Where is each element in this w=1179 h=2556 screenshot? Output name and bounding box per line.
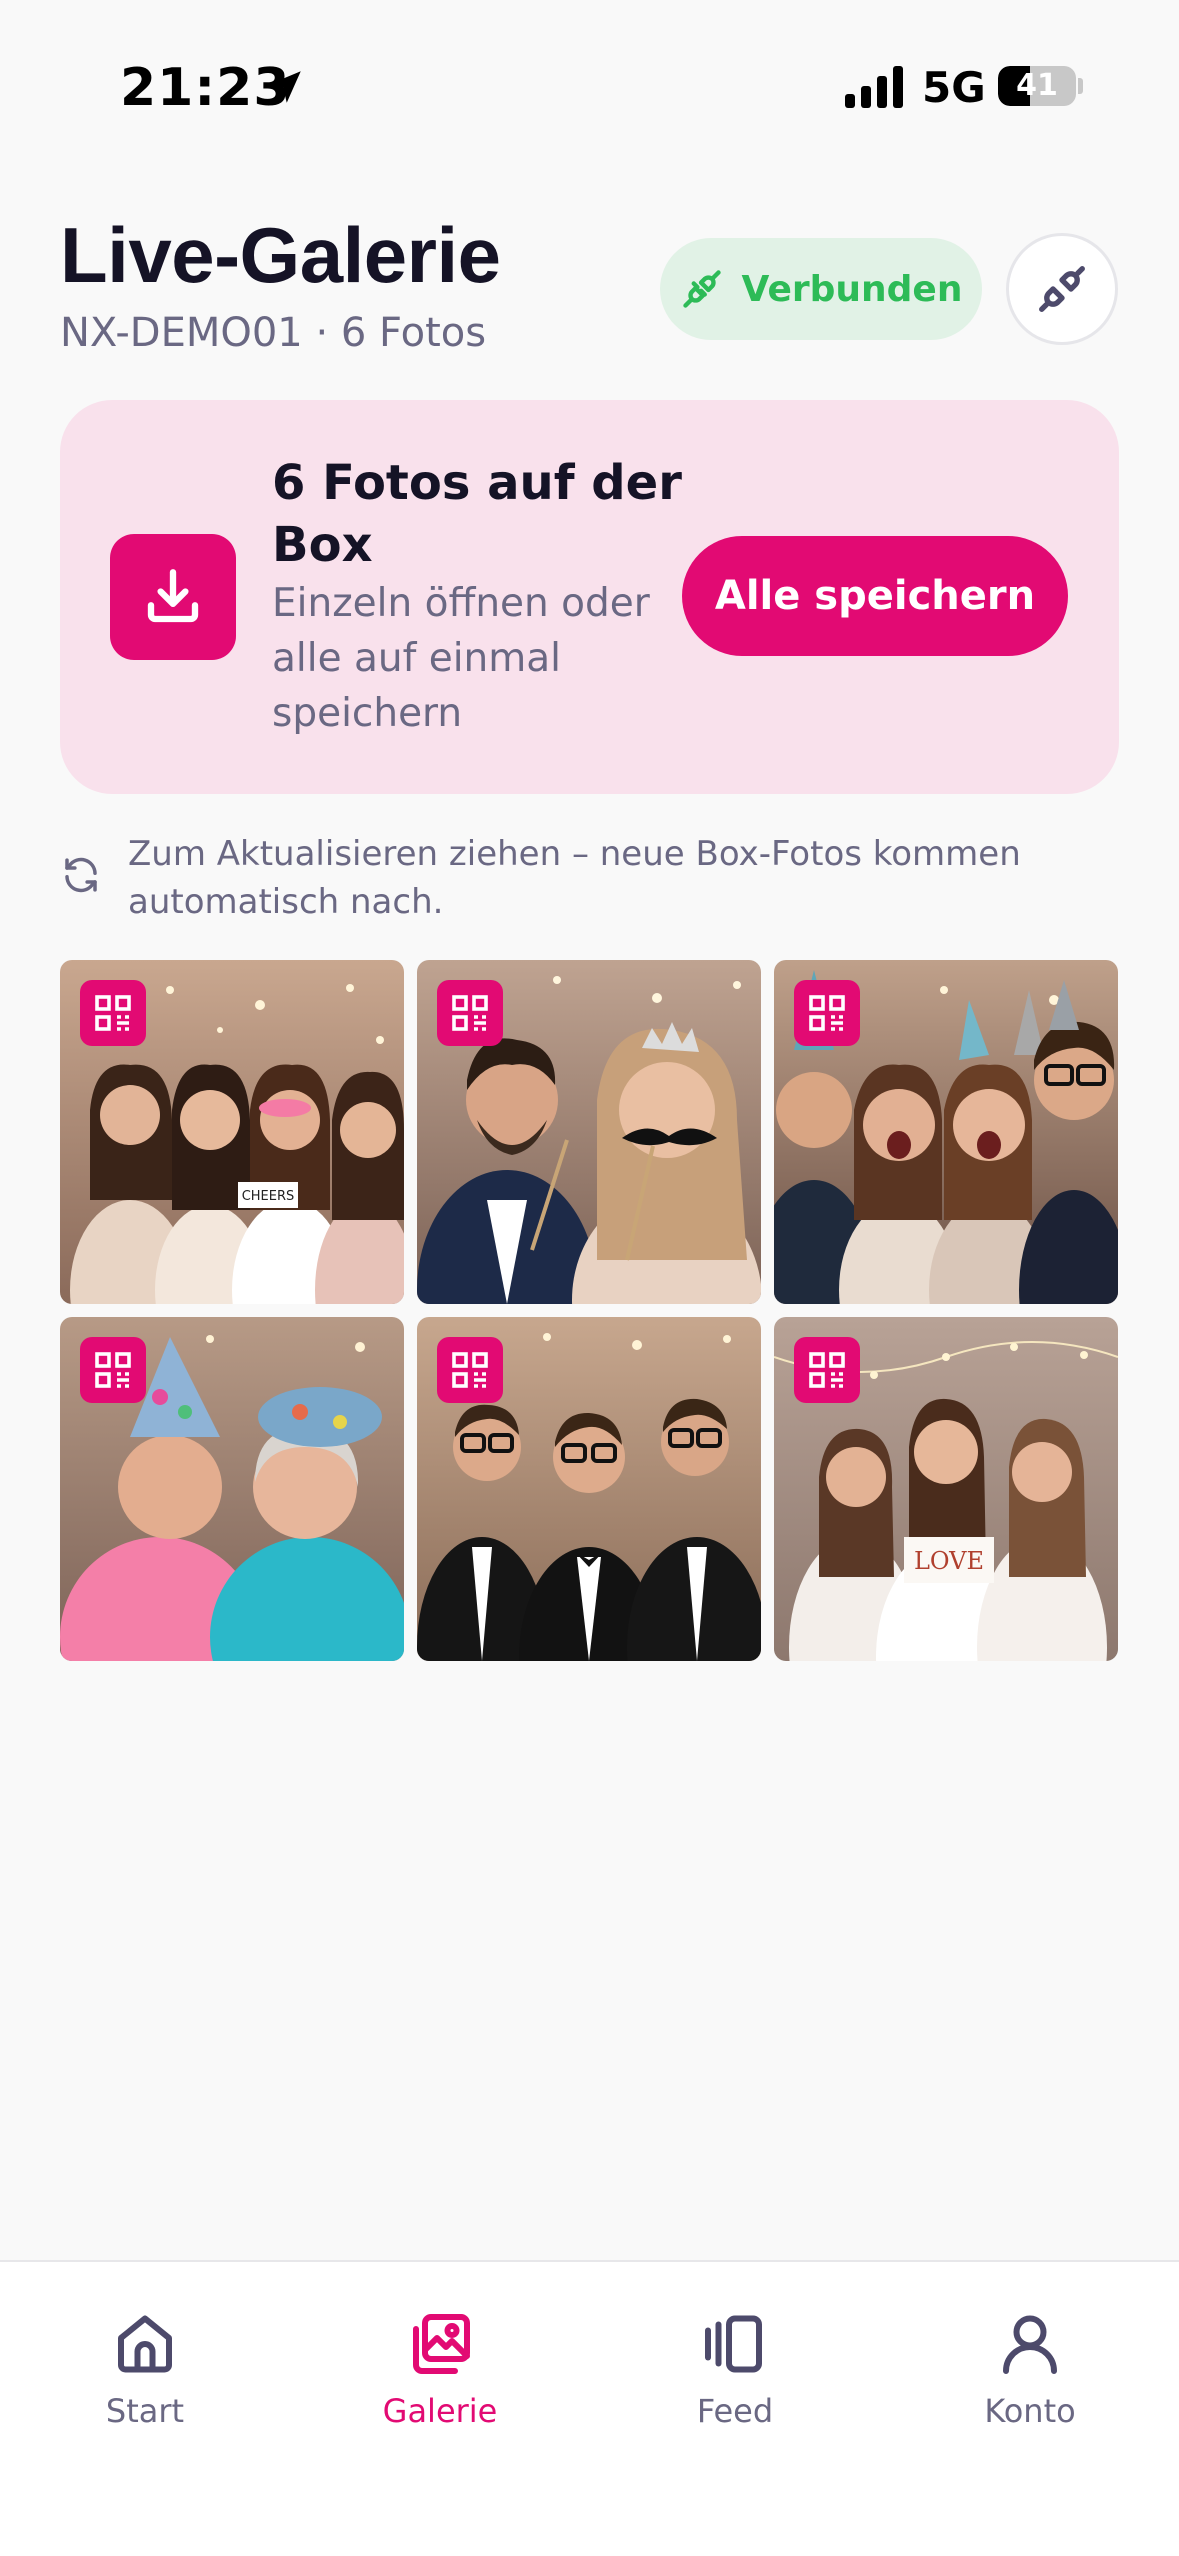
connection-status-badge: Verbunden xyxy=(660,238,982,340)
user-icon xyxy=(1003,2315,1057,2374)
save-card-title: 6 Fotos auf der Box xyxy=(272,455,682,573)
photo-tile[interactable]: CHEERS xyxy=(60,960,404,1304)
plug-disconnect-icon xyxy=(1039,266,1085,312)
page-title: Live-Galerie xyxy=(60,211,501,299)
status-bar: 21:23 5G 41 xyxy=(0,0,1179,176)
battery-cap xyxy=(1078,78,1083,94)
home-icon xyxy=(118,2315,172,2373)
photo-tile[interactable] xyxy=(417,960,761,1304)
photo-tile[interactable] xyxy=(60,1317,404,1661)
photo-sign-text: CHEERS xyxy=(242,1189,295,1204)
photo-sign-text: LOVE xyxy=(914,1547,984,1575)
refresh-hint-text: Zum Aktualisieren ziehen – neue Box-Foto… xyxy=(128,834,1021,922)
save-card-description: Einzeln öffnen oder alle auf einmal spei… xyxy=(272,581,650,736)
tab-feed[interactable]: Feed xyxy=(635,2308,835,2458)
tab-bar: Start Galerie Feed Konto xyxy=(0,2260,1179,2556)
battery-level: 41 xyxy=(1016,68,1058,103)
qr-code-icon xyxy=(794,1337,860,1403)
disconnect-button[interactable] xyxy=(1006,233,1118,345)
plug-connected-icon xyxy=(682,270,721,308)
tab-galerie[interactable]: Galerie xyxy=(340,2308,540,2458)
tab-start[interactable]: Start xyxy=(45,2308,245,2458)
qr-code-icon xyxy=(80,1337,146,1403)
signal-bars-icon xyxy=(845,66,903,108)
gallery-icon xyxy=(413,2314,470,2374)
feed-cards-icon xyxy=(705,2315,762,2373)
location-arrow-icon xyxy=(269,71,301,103)
tab-label: Start xyxy=(105,2392,185,2430)
tab-label: Galerie xyxy=(382,2392,498,2430)
qr-code-icon xyxy=(80,980,146,1046)
battery-icon: 41 xyxy=(998,66,1076,106)
save-all-button[interactable]: Alle speichern xyxy=(682,536,1068,656)
photo-tile[interactable] xyxy=(417,1317,761,1661)
page-subtitle: NX-DEMO01 · 6 Fotos xyxy=(60,310,487,356)
refresh-icon xyxy=(65,857,97,893)
tab-label: Konto xyxy=(984,2392,1076,2430)
photo-tile[interactable] xyxy=(774,960,1118,1304)
save-all-card: 6 Fotos auf der Box Einzeln öffnen oder … xyxy=(60,400,1119,794)
qr-code-icon xyxy=(437,1337,503,1403)
connection-status-label: Verbunden xyxy=(741,268,963,310)
qr-code-icon xyxy=(437,980,503,1046)
tab-label: Feed xyxy=(696,2392,774,2430)
photo-grid: CHEERS LOVE xyxy=(60,960,1119,1661)
download-icon xyxy=(110,534,236,660)
network-label: 5G xyxy=(922,63,986,112)
tab-konto[interactable]: Konto xyxy=(930,2308,1130,2458)
qr-code-icon xyxy=(794,980,860,1046)
photo-tile[interactable]: LOVE xyxy=(774,1317,1118,1661)
